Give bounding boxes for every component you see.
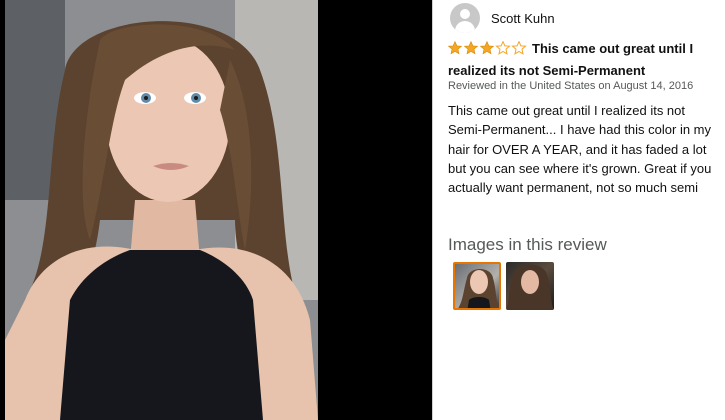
star-empty-icon — [495, 41, 511, 55]
review-thumbnails — [453, 262, 554, 310]
default-avatar-icon — [450, 3, 480, 33]
star-empty-icon — [511, 41, 527, 55]
review-photo-main — [5, 0, 318, 420]
review-panel: Scott Kuhn This came out great until I r… — [447, 0, 719, 420]
review-date: Reviewed in the United States on August … — [448, 80, 694, 92]
review-thumbnail-2[interactable] — [506, 262, 554, 310]
images-section-heading: Images in this review — [448, 235, 607, 254]
star-rating — [448, 41, 528, 61]
review-image-viewer — [0, 0, 432, 420]
star-filled-icon — [479, 41, 495, 55]
star-filled-icon — [463, 41, 479, 55]
review-body-text: This came out great until I realized its… — [448, 103, 712, 196]
portrait-illustration — [5, 0, 318, 420]
thumbnail-portrait-2 — [506, 264, 554, 310]
star-icons — [448, 41, 527, 55]
panel-divider — [432, 0, 433, 420]
thumbnail-portrait-1 — [458, 269, 499, 308]
star-filled-icon — [448, 41, 463, 55]
review-title-block: This came out great until I realized its… — [448, 39, 720, 81]
review-thumbnail-1[interactable] — [453, 262, 501, 310]
reviewer-row: Scott Kuhn — [450, 2, 555, 34]
reviewer-name: Scott Kuhn — [491, 10, 555, 26]
